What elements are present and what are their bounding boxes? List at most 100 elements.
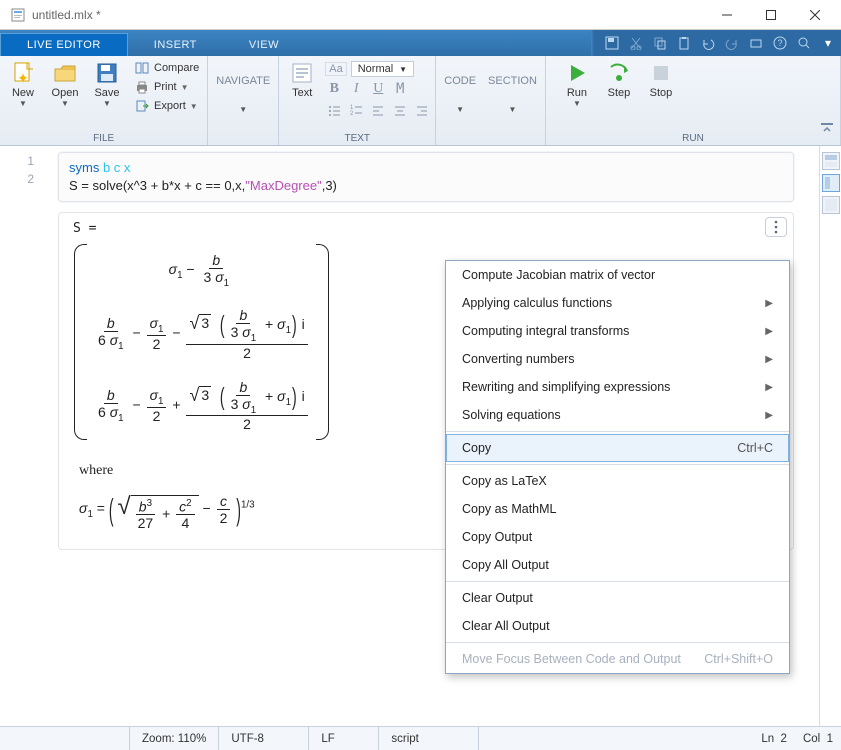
- navigate-button[interactable]: NAVIGATE ▼: [212, 59, 274, 116]
- step-icon: [607, 61, 631, 85]
- ctx-solving-equations[interactable]: Solving equations▶: [446, 401, 789, 429]
- italic-button[interactable]: I: [347, 80, 365, 98]
- svg-text:2: 2: [350, 111, 354, 117]
- qat-paste-icon[interactable]: [675, 34, 693, 52]
- ctx-copy-output[interactable]: Copy Output: [446, 523, 789, 551]
- save-button[interactable]: Save ▼: [88, 59, 126, 110]
- close-button[interactable]: [793, 0, 837, 30]
- text-icon: [290, 61, 314, 85]
- qat-save-icon[interactable]: [603, 34, 621, 52]
- align-center-button[interactable]: [391, 101, 409, 119]
- group-navigate: NAVIGATE ▼: [208, 56, 279, 145]
- print-icon: [134, 79, 150, 95]
- ribbon-tabstrip: LIVE EDITOR INSERT VIEW ? ▾: [0, 30, 841, 56]
- view-tab-3[interactable]: [822, 196, 840, 214]
- view-tab-2[interactable]: [822, 174, 840, 192]
- bullet-list-button[interactable]: [325, 101, 343, 119]
- status-zoom[interactable]: Zoom: 110%: [130, 727, 219, 750]
- ctx-clear-all-output[interactable]: Clear All Output: [446, 612, 789, 640]
- ctx-separator: [446, 581, 789, 582]
- qat-copy-icon[interactable]: [651, 34, 669, 52]
- qat-undo-icon[interactable]: [699, 34, 717, 52]
- ctx-integral-transforms[interactable]: Computing integral transforms▶: [446, 317, 789, 345]
- toolstrip: ✦ New ▼ Open ▼ Save ▼ Compare Print ▼ Ex…: [0, 56, 841, 146]
- align-right-button[interactable]: [413, 101, 431, 119]
- output-view-tabs: [819, 146, 841, 726]
- align-left-button[interactable]: [369, 101, 387, 119]
- font-button[interactable]: Aa: [325, 62, 346, 76]
- app-icon: [10, 7, 26, 23]
- status-eol[interactable]: LF: [309, 727, 379, 750]
- view-tab-1[interactable]: [822, 152, 840, 170]
- compare-button[interactable]: Compare: [130, 59, 203, 77]
- step-button[interactable]: Step: [600, 59, 638, 101]
- ctx-move-focus: Move Focus Between Code and OutputCtrl+S…: [446, 645, 789, 673]
- qat-help-icon[interactable]: ?: [771, 34, 789, 52]
- line-gutter: 1 2: [0, 152, 42, 188]
- qat-redo-icon[interactable]: [723, 34, 741, 52]
- group-code: CODE ▼ SECTION ▼: [436, 56, 546, 145]
- bold-button[interactable]: B: [325, 80, 343, 98]
- ctx-copy-mathml[interactable]: Copy as MathML: [446, 495, 789, 523]
- qat-menu-toggle-icon[interactable]: ▾: [819, 34, 837, 52]
- status-encoding[interactable]: UTF-8: [219, 727, 309, 750]
- qat-cut-icon[interactable]: [627, 34, 645, 52]
- ctx-copy-latex[interactable]: Copy as LaTeX: [446, 467, 789, 495]
- open-button[interactable]: Open ▼: [46, 59, 84, 110]
- ctx-separator: [446, 431, 789, 432]
- export-icon: [134, 98, 150, 114]
- chevron-right-icon: ▶: [765, 354, 773, 365]
- text-button[interactable]: Text: [283, 59, 321, 101]
- stop-button[interactable]: Stop: [642, 59, 680, 101]
- new-button[interactable]: ✦ New ▼: [4, 59, 42, 110]
- tab-insert[interactable]: INSERT: [128, 34, 223, 56]
- output-context-menu: Compute Jacobian matrix of vector Applyi…: [445, 260, 790, 674]
- solution-matrix: σ1 − b3 σ1 b6 σ1 − σ12 − √3 (b3 σ1 + σ1)…: [73, 244, 330, 440]
- chevron-down-icon: ▼: [239, 105, 247, 114]
- print-button[interactable]: Print ▼: [130, 78, 203, 96]
- open-icon: [53, 61, 77, 85]
- open-label: Open: [52, 87, 79, 99]
- ctx-copy-all-output[interactable]: Copy All Output: [446, 551, 789, 579]
- output-prefix: S =: [73, 221, 779, 236]
- qat-divider: [591, 30, 597, 56]
- code-cell[interactable]: syms b c x S = solve(x^3 + b*x + c == 0,…: [58, 152, 794, 202]
- monospace-button[interactable]: M: [391, 80, 409, 98]
- collapse-ribbon-icon[interactable]: [819, 122, 835, 134]
- chevron-down-icon: ▼: [573, 99, 581, 108]
- section-button[interactable]: SECTION ▼: [484, 59, 541, 116]
- output-menu-button[interactable]: [765, 217, 787, 237]
- code-button[interactable]: CODE ▼: [440, 59, 480, 116]
- qat-search-dropdown-icon[interactable]: [795, 34, 813, 52]
- ctx-calculus[interactable]: Applying calculus functions▶: [446, 289, 789, 317]
- tab-view[interactable]: VIEW: [223, 34, 305, 56]
- ctx-convert-numbers[interactable]: Converting numbers▶: [446, 345, 789, 373]
- qat-switch-icon[interactable]: [747, 34, 765, 52]
- maximize-button[interactable]: [749, 0, 793, 30]
- style-selector[interactable]: Normal▼: [351, 61, 414, 77]
- numbered-list-button[interactable]: 12: [347, 101, 365, 119]
- minimize-button[interactable]: [705, 0, 749, 30]
- status-col: Col 1: [795, 733, 841, 745]
- ctx-rewrite-simplify[interactable]: Rewriting and simplifying expressions▶: [446, 373, 789, 401]
- underline-button[interactable]: U: [369, 80, 387, 98]
- chevron-right-icon: ▶: [765, 298, 773, 309]
- ctx-clear-output[interactable]: Clear Output: [446, 584, 789, 612]
- titlebar: untitled.mlx *: [0, 0, 841, 30]
- ctx-copy[interactable]: CopyCtrl+C: [446, 434, 789, 462]
- group-label-file: FILE: [4, 132, 203, 145]
- ctx-jacobian[interactable]: Compute Jacobian matrix of vector: [446, 261, 789, 289]
- status-mode[interactable]: script: [379, 727, 479, 750]
- stop-icon: [649, 61, 673, 85]
- group-label-text: TEXT: [283, 132, 431, 145]
- chevron-down-icon: ▼: [61, 99, 69, 108]
- tab-live-editor[interactable]: LIVE EDITOR: [0, 33, 128, 56]
- export-button[interactable]: Export ▼: [130, 97, 203, 115]
- ctx-separator: [446, 464, 789, 465]
- chevron-down-icon: ▼: [509, 105, 517, 114]
- chevron-down-icon: ▼: [456, 105, 464, 114]
- ctx-separator: [446, 642, 789, 643]
- compare-icon: [134, 60, 150, 76]
- run-button[interactable]: Run ▼: [558, 59, 596, 110]
- status-line: Ln 2: [753, 733, 795, 745]
